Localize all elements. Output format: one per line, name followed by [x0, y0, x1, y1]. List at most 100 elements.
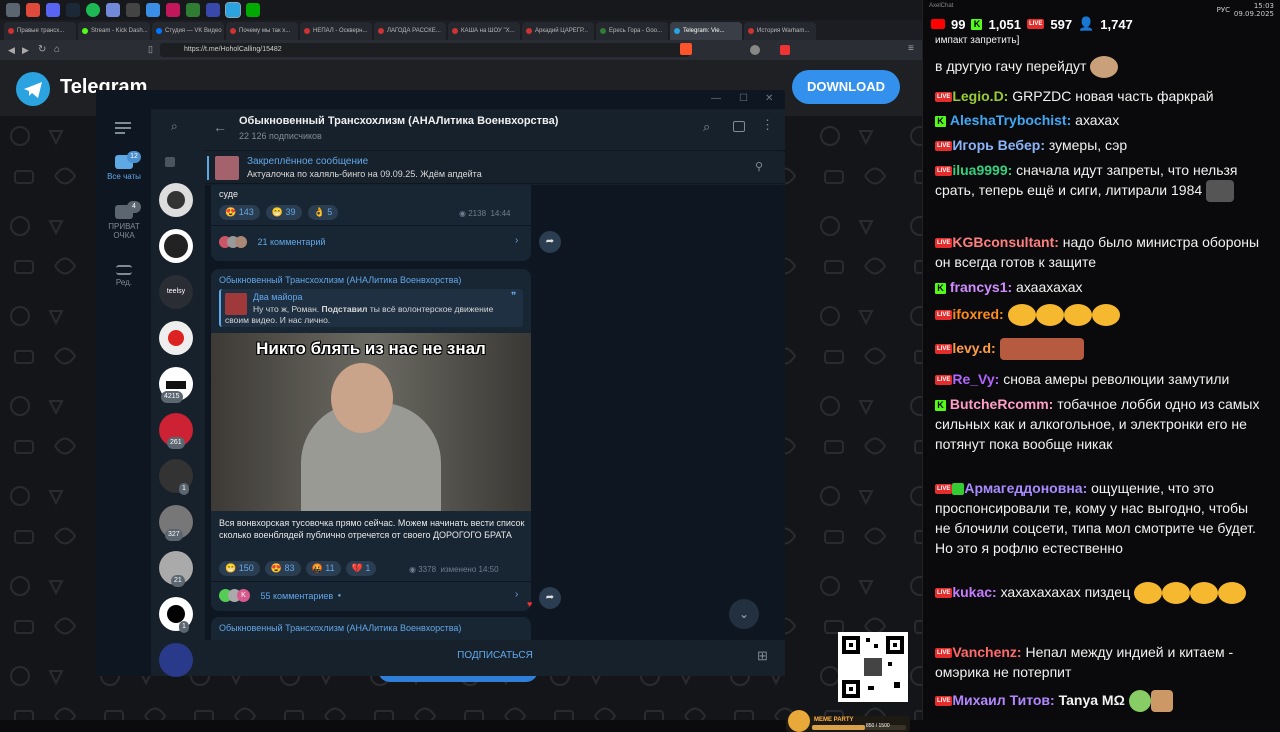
reload-icon[interactable]: ↻	[38, 44, 46, 55]
app-icon[interactable]	[186, 3, 200, 17]
browser-tab[interactable]: Stream - Kick Dash...	[78, 22, 150, 40]
folder-all-chats[interactable]: 12 Все чаты	[97, 151, 151, 181]
chat-username[interactable]: Vanchenz:	[952, 644, 1021, 660]
comments-row[interactable]: 21 комментарий ›	[219, 233, 539, 253]
pin-list-icon[interactable]: ⚲	[755, 160, 763, 173]
reaction-chip[interactable]: 😍 143	[219, 205, 260, 220]
language-indicator[interactable]: РУС	[1217, 6, 1230, 14]
steam-icon[interactable]	[66, 3, 80, 17]
share-icon[interactable]: ➦	[539, 587, 561, 609]
close-icon[interactable]: ✕	[765, 93, 773, 104]
chat-avatar[interactable]	[159, 643, 193, 677]
spotify-icon[interactable]	[86, 3, 100, 17]
channel-title[interactable]: Обыкновенный Трансхохлизм (АНАЛитика Вое…	[239, 115, 558, 127]
message-bubble: Обыкновенный Трансхохлизм (АНАЛитика Вое…	[211, 617, 531, 640]
app-icon[interactable]	[246, 3, 260, 17]
chat-username[interactable]: Игорь Вебер:	[952, 137, 1045, 153]
bookmark-icon[interactable]: ▯	[148, 44, 153, 55]
reaction-chip[interactable]: 👌 5	[307, 205, 339, 220]
tab-label: История Warham...	[757, 28, 810, 34]
app-icon[interactable]	[146, 3, 160, 17]
total-viewers: 1,747	[1100, 16, 1133, 32]
browser-tab[interactable]: Почему мы так х...	[226, 22, 298, 40]
browser-tab[interactable]: Ересь Гора - Goo...	[596, 22, 668, 40]
subscribe-button[interactable]: ПОДПИСАТЬСЯ	[205, 650, 785, 661]
chat-username[interactable]: ButcheRcomm:	[950, 396, 1053, 412]
windows-start-icon[interactable]	[6, 3, 20, 17]
browser-tab[interactable]: КАША на ШОУ "Х...	[448, 22, 520, 40]
live-icon: LIVE	[935, 648, 953, 659]
chat-avatar[interactable]: teelsy	[159, 275, 193, 309]
browser-tab[interactable]: НЕПАЛ - Оскверн...	[300, 22, 372, 40]
home-icon[interactable]: ⌂	[54, 44, 60, 55]
browser-tab[interactable]: История Warham...	[744, 22, 816, 40]
chat-username[interactable]: ilua9999:	[952, 162, 1012, 178]
chat-avatar[interactable]	[159, 183, 193, 217]
hamburger-icon[interactable]	[115, 121, 133, 135]
search-icon[interactable]: ⌕	[703, 119, 710, 135]
menu-icon[interactable]: ≡	[908, 43, 914, 54]
folder-private[interactable]: 4 ПРИВАТ ОЧКА	[97, 201, 151, 240]
reply-quote[interactable]: Два майора Ну что ж, Роман. Подставил ты…	[219, 289, 523, 327]
chat-username[interactable]: ifoxred:	[952, 306, 1003, 322]
extension-icon[interactable]	[750, 45, 760, 55]
chat-avatar[interactable]	[159, 321, 193, 355]
archive-icon[interactable]	[165, 157, 175, 167]
window-titlebar: — ☐ ✕	[97, 91, 785, 109]
obs-icon[interactable]	[126, 3, 140, 17]
chat-username[interactable]: levy.d:	[952, 340, 995, 356]
divider	[211, 581, 531, 582]
reply-text: Ну что ж, Роман. Подставил ты всё волонт…	[225, 304, 507, 326]
maximize-icon[interactable]: ☐	[739, 93, 748, 104]
chat-username[interactable]: AleshaTrybochist:	[950, 112, 1071, 128]
scroll-down-icon[interactable]: ⌄	[729, 599, 759, 629]
search-icon[interactable]: ⌕	[171, 119, 178, 134]
reaction-chip[interactable]: 🤬 11	[305, 561, 341, 576]
browser-tab[interactable]: Студия — VK Видео	[152, 22, 224, 40]
chat-text: в другую гачу перейдут	[935, 58, 1087, 74]
browser-tab-active[interactable]: Telegram: Vie...	[670, 22, 742, 40]
browser-tab[interactable]: Аркадий ЦАРЕГР...	[522, 22, 594, 40]
back-arrow-icon[interactable]: ←	[213, 119, 227, 135]
reaction-chip[interactable]: 😁 150	[219, 561, 260, 576]
browser-tab[interactable]: ЛАГОДА РАССКЕ...	[374, 22, 446, 40]
discord-icon[interactable]	[46, 3, 60, 17]
extension-icon[interactable]	[780, 45, 790, 55]
gift-icon[interactable]: ⊞	[757, 648, 768, 664]
message-author[interactable]: Обыкновенный Трансхохлизм (АНАЛитика Вое…	[219, 623, 461, 633]
telegram-icon[interactable]	[225, 2, 241, 18]
sidebar-toggle-icon[interactable]	[733, 121, 745, 132]
chat-username[interactable]: Армагеддоновна:	[964, 480, 1087, 496]
brave-icon[interactable]	[26, 3, 40, 17]
chat-avatar[interactable]	[159, 229, 193, 263]
reaction-chip[interactable]: 😁 39	[265, 205, 302, 220]
chevron-right-icon: ›	[515, 235, 519, 246]
chat-username[interactable]: KGBconsultant:	[952, 234, 1059, 250]
minimize-icon[interactable]: —	[711, 93, 721, 104]
forward-icon[interactable]: ▶	[22, 45, 29, 56]
tab-label: Ересь Гора - Goo...	[609, 28, 663, 34]
brave-shields-icon[interactable]	[680, 43, 692, 55]
app-icon[interactable]	[166, 3, 180, 17]
folder-edit[interactable]: Ред.	[97, 265, 151, 287]
back-icon[interactable]: ◀	[8, 45, 15, 56]
app-icon[interactable]	[106, 3, 120, 17]
chat-username[interactable]: kukac:	[952, 584, 996, 600]
chat-username[interactable]: francys1:	[950, 279, 1012, 295]
chat-username[interactable]: Re_Vy:	[952, 371, 999, 387]
chat-username[interactable]: Legio.D:	[952, 88, 1008, 104]
reaction-chip[interactable]: 💔 1	[345, 561, 377, 576]
pinned-message-bar[interactable]: Закреплённое сообщение Актуалочка по хал…	[205, 152, 785, 184]
message-author[interactable]: Обыкновенный Трансхохлизм (АНАЛитика Вое…	[219, 275, 461, 285]
browser-tab[interactable]: Правые трансх...	[4, 22, 76, 40]
comments-row[interactable]: K 55 комментариев ● ›	[219, 587, 531, 607]
message-image[interactable]: Никто блять из нас не знал	[211, 333, 531, 511]
download-button[interactable]: DOWNLOAD	[792, 70, 900, 104]
share-icon[interactable]: ➦	[539, 231, 561, 253]
chat-username[interactable]: Михаил Титов:	[952, 692, 1054, 708]
reaction-chip[interactable]: 😍 83	[264, 561, 301, 576]
url-field[interactable]: https://t.me/HoholCalling/15482	[160, 43, 690, 57]
reactions: 😍 143 😁 39 👌 5	[219, 205, 339, 220]
app-icon[interactable]	[206, 3, 220, 17]
more-menu-icon[interactable]: ⋮	[761, 117, 774, 133]
